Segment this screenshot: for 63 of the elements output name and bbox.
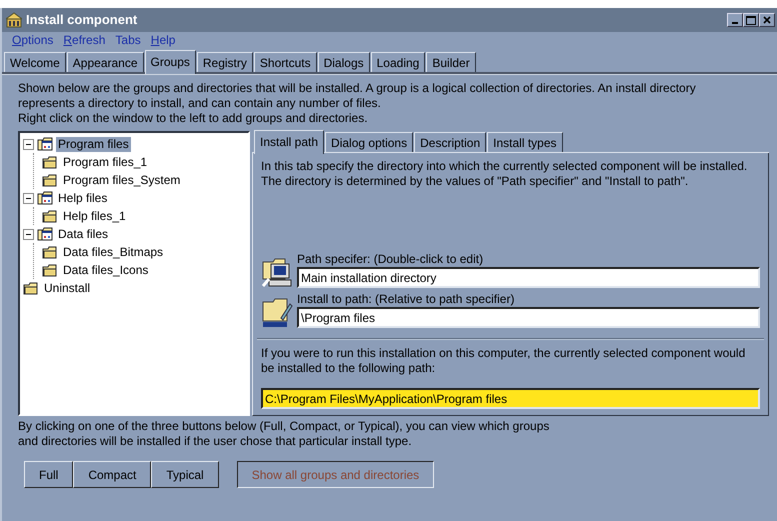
tab[interactable]: Shortcuts — [254, 52, 317, 72]
tree-item[interactable]: Program files — [56, 136, 131, 152]
path-field[interactable]: C:\Program Files\MyApplication\Program files — [261, 388, 760, 409]
install-type-button[interactable]: Compact — [73, 461, 152, 488]
folder-icon — [42, 154, 58, 170]
description-text: be installed to the following path: — [261, 361, 436, 376]
folder-icon — [42, 208, 58, 224]
app-icon — [6, 12, 22, 28]
folder-pencil-icon — [261, 296, 293, 328]
tab[interactable]: Builder — [426, 52, 476, 72]
tree-item[interactable]: Data files_Bitmaps — [61, 244, 166, 260]
maximize-button[interactable] — [743, 13, 759, 27]
group-folder-icon — [37, 136, 53, 152]
description-text: Right click on the window to the left to add groups and directories. — [18, 111, 369, 126]
tab[interactable]: Appearance — [66, 52, 144, 72]
maximize-icon — [746, 16, 756, 24]
description-text: By clicking on one of the three buttons below (Full, Compact, or Typical), you can view which groups — [18, 419, 550, 434]
folder-icon — [23, 280, 39, 296]
description-text: and directories will be installed if the user chose that particular install type. — [18, 434, 413, 449]
description-text: If you were to run this installation on this computer, the currently selected component would — [261, 346, 746, 361]
collapse-icon[interactable] — [23, 138, 34, 150]
tab[interactable]: Registry — [196, 52, 253, 72]
group-folder-icon — [37, 190, 53, 206]
field-label: Path specifer: (Double-click to edit) — [297, 252, 484, 267]
close-button[interactable] — [759, 13, 775, 27]
tree-item[interactable]: Help files — [56, 190, 110, 206]
collapse-icon[interactable] — [23, 192, 34, 204]
tree-item[interactable]: Help files_1 — [61, 208, 128, 224]
text-field[interactable]: \Program files — [297, 307, 760, 328]
folder-icon — [42, 262, 58, 278]
tab[interactable]: Install types — [487, 132, 563, 152]
collapse-icon[interactable] — [23, 228, 34, 240]
computer-folder-icon — [261, 256, 293, 288]
description-text: Shown below are the groups and directories that will be installed. A group is a logical collection of directories. An install directory — [18, 81, 697, 96]
description-text: represents a directory to install, and can contain any number of files. — [18, 96, 382, 111]
tab[interactable]: Dialogs — [318, 52, 370, 72]
tab[interactable]: Welcome — [4, 52, 66, 72]
description-text: The directory is determined by the values of "Path specifier" and "Install to path". — [261, 174, 690, 189]
tree-item[interactable]: Program files_System — [61, 172, 182, 188]
minimize-button[interactable] — [727, 13, 743, 27]
group-folder-icon — [37, 226, 53, 242]
tab[interactable]: Dialog options — [325, 132, 414, 152]
menu-item[interactable]: Refresh — [63, 33, 106, 47]
tree-item[interactable]: Data files — [56, 226, 110, 242]
field-label: Install to path: (Relative to path specifier) — [297, 292, 516, 307]
window-title: Install component — [26, 11, 138, 30]
description-text: In this tab specify the directory into which the currently selected component will be installed. — [261, 159, 748, 174]
tree-item[interactable]: Uninstall — [42, 280, 92, 296]
close-icon — [763, 16, 771, 24]
folder-icon — [42, 244, 58, 260]
tab[interactable]: Groups — [144, 50, 196, 74]
folder-icon — [42, 172, 58, 188]
tab[interactable]: Description — [414, 132, 486, 152]
tree-item[interactable]: Data files_Icons — [61, 262, 150, 278]
menu-item[interactable]: Options — [12, 33, 54, 47]
install-type-button[interactable]: Full — [24, 461, 74, 488]
tab[interactable]: Install path — [254, 130, 324, 154]
menu-item[interactable]: Help — [150, 33, 176, 47]
tree-item[interactable]: Program files_1 — [61, 154, 150, 170]
menu-item[interactable]: Tabs — [115, 33, 141, 47]
text-field[interactable]: Main installation directory — [297, 267, 760, 288]
install-type-button[interactable]: Typical — [151, 461, 219, 488]
tab[interactable]: Loading — [370, 52, 426, 72]
